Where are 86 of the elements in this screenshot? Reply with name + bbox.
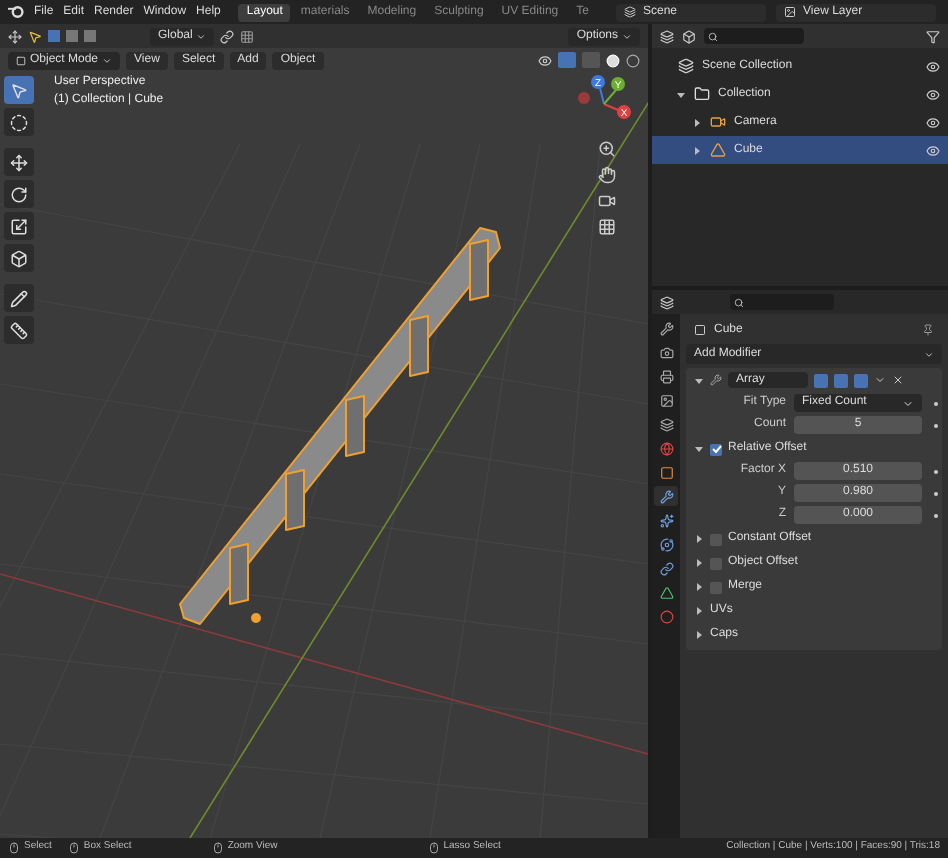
triangle-icon: [710, 142, 726, 158]
select-cursor-icon: [10, 81, 28, 99]
tool-button[interactable]: [4, 244, 34, 272]
logo-icon[interactable]: [8, 4, 24, 20]
checkbox[interactable]: [710, 581, 722, 593]
mouse-icon: [8, 842, 20, 854]
caret-icon[interactable]: [874, 374, 886, 386]
tool-button[interactable]: [4, 284, 34, 312]
square-icon: [16, 55, 26, 65]
eye-icon[interactable]: [926, 115, 940, 129]
scale-icon: [10, 217, 28, 235]
caret-icon: [196, 31, 207, 41]
mouse-icon: [427, 842, 440, 854]
checkbox[interactable]: [710, 443, 722, 455]
pin-icon[interactable]: [922, 324, 934, 336]
square-icon: [659, 465, 673, 479]
image-icon: [659, 393, 673, 407]
caret-icon: [622, 31, 632, 41]
camera-icon: [659, 345, 673, 359]
layers-icon: [678, 58, 694, 74]
camera-icon[interactable]: [597, 192, 615, 210]
mouse-icon: [67, 842, 80, 854]
expand-arrow-icon[interactable]: [694, 558, 704, 568]
orbit-icon: [659, 537, 673, 551]
layers-icon: [659, 417, 673, 431]
box-icon: [10, 249, 28, 267]
ruler-icon: [10, 321, 28, 339]
tool-button[interactable]: [4, 316, 34, 344]
tool-button[interactable]: [4, 212, 34, 240]
bridge-mesh-drawing[interactable]: [179, 227, 501, 625]
expand-arrow-icon[interactable]: [692, 117, 702, 127]
expand-arrow-icon[interactable]: [694, 534, 704, 544]
tool-button[interactable]: [4, 108, 34, 136]
caret-icon: [902, 397, 914, 409]
zoom-icon[interactable]: [597, 140, 615, 158]
printer-icon: [659, 369, 673, 383]
mouse-icon: [211, 842, 224, 854]
camera-icon: [710, 114, 726, 130]
sparkles-icon: [659, 513, 673, 527]
tool-button[interactable]: [4, 148, 34, 176]
wrench-icon: [659, 321, 673, 335]
rotate-icon: [10, 185, 28, 203]
grid-icon[interactable]: [597, 218, 615, 236]
scene-icon: [623, 6, 635, 18]
expand-arrow-icon[interactable]: [694, 444, 704, 454]
properties-tab[interactable]: [654, 486, 678, 506]
visibility-icon[interactable]: [538, 53, 552, 67]
wrench-icon: [659, 489, 673, 503]
eye-icon[interactable]: [926, 87, 940, 101]
eye-icon[interactable]: [926, 59, 940, 73]
select-cursor-icon[interactable]: [28, 29, 42, 43]
search-field[interactable]: [704, 28, 804, 44]
search-icon: [708, 31, 718, 41]
expand-arrow-icon[interactable]: [694, 630, 704, 640]
search-icon: [734, 297, 744, 307]
expand-arrow-icon[interactable]: [694, 375, 704, 385]
search-field[interactable]: [730, 294, 834, 310]
hand-icon[interactable]: [597, 166, 615, 184]
caret-icon: [924, 349, 934, 359]
globe-icon: [659, 441, 673, 455]
pencil-icon: [10, 289, 28, 307]
eye-icon[interactable]: [926, 143, 940, 157]
move-arrows-icon: [10, 153, 28, 171]
grid-icon[interactable]: [240, 29, 255, 43]
close-icon[interactable]: [892, 374, 904, 386]
wrench-icon: [710, 374, 722, 386]
origin-point-icon: [251, 613, 261, 623]
tool-button[interactable]: [4, 180, 34, 208]
expand-arrow-icon[interactable]: [692, 145, 702, 155]
dashed-circle-icon: [10, 113, 28, 131]
box-icon[interactable]: [682, 29, 696, 43]
image-icon: [783, 6, 795, 18]
checkbox[interactable]: [710, 533, 722, 545]
properties-tab[interactable]: [654, 558, 678, 578]
expand-arrow-icon[interactable]: [694, 582, 704, 592]
folder-icon: [694, 86, 710, 102]
sphere-icon: [659, 609, 673, 623]
checkbox[interactable]: [710, 557, 722, 569]
object-icon: [694, 324, 706, 336]
expand-arrow-icon[interactable]: [694, 606, 704, 616]
expand-arrow-icon[interactable]: [676, 89, 686, 99]
filter-icon[interactable]: [926, 29, 940, 43]
link-icon: [659, 561, 673, 575]
properties-tab[interactable]: [654, 534, 678, 554]
caret-icon: [102, 55, 113, 65]
triangle-icon: [659, 585, 673, 599]
